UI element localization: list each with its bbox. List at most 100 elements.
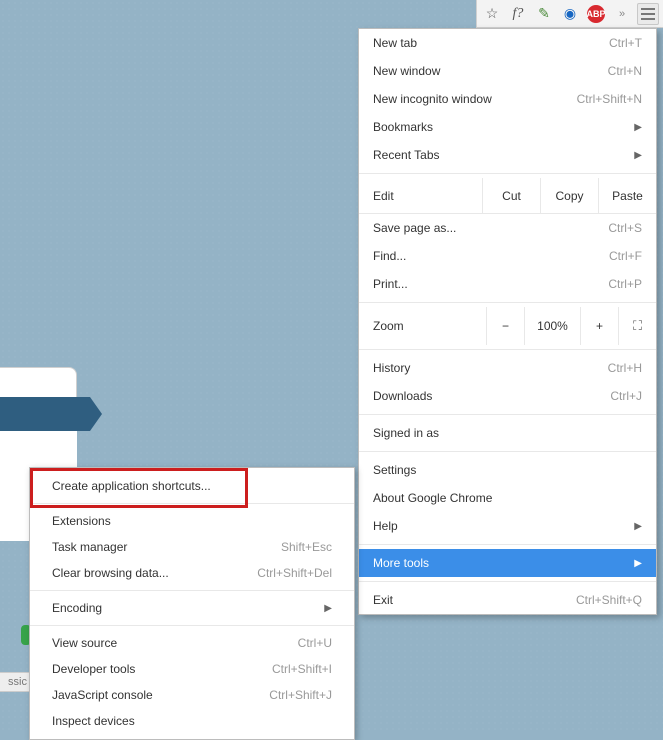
page-ribbon-decoration xyxy=(0,367,83,467)
menu-shortcut: Ctrl+H xyxy=(608,361,642,375)
menu-item-label: Find... xyxy=(373,249,406,263)
fullscreen-icon: ⛶ xyxy=(633,318,642,334)
chrome-main-menu: New tab Ctrl+T New window Ctrl+N New inc… xyxy=(358,28,657,615)
menu-shortcut: Ctrl+P xyxy=(608,277,642,291)
overflow-icon[interactable]: » xyxy=(611,3,633,25)
submenu-item-label: Inspect devices xyxy=(52,714,135,728)
submenu-shortcut: Ctrl+Shift+Del xyxy=(257,566,332,580)
menu-more-tools[interactable]: More tools ▶ xyxy=(359,549,656,577)
menu-help[interactable]: Help ▶ xyxy=(359,512,656,540)
menu-save-page[interactable]: Save page as... Ctrl+S xyxy=(359,214,656,242)
menu-shortcut: Ctrl+J xyxy=(610,389,642,403)
submenu-item-label: JavaScript console xyxy=(52,688,153,702)
submenu-item-label: Task manager xyxy=(52,540,127,554)
menu-item-label: New tab xyxy=(373,36,417,50)
chevron-right-icon: ▶ xyxy=(634,558,642,569)
extension-eyedropper-icon[interactable]: ✎ xyxy=(533,3,555,25)
menu-separator xyxy=(359,544,656,545)
fullscreen-button[interactable]: ⛶ xyxy=(618,307,656,345)
menu-edit-label: Edit xyxy=(359,189,482,203)
menu-find[interactable]: Find... Ctrl+F xyxy=(359,242,656,270)
submenu-inspect-devices[interactable]: Inspect devices xyxy=(30,708,354,734)
submenu-shortcut: Shift+Esc xyxy=(281,540,332,554)
menu-item-label: More tools xyxy=(373,556,429,570)
submenu-separator xyxy=(30,625,354,626)
menu-new-window[interactable]: New window Ctrl+N xyxy=(359,57,656,85)
menu-item-label: Downloads xyxy=(373,389,432,403)
menu-item-label: Recent Tabs xyxy=(373,148,440,162)
menu-item-label: Help xyxy=(373,519,398,533)
menu-zoom-label: Zoom xyxy=(359,319,486,333)
submenu-separator xyxy=(30,590,354,591)
menu-item-label: Signed in as xyxy=(373,426,439,440)
menu-item-label: About Google Chrome xyxy=(373,491,492,505)
menu-exit[interactable]: Exit Ctrl+Shift+Q xyxy=(359,586,656,614)
extension-blue-icon[interactable]: ◉ xyxy=(559,3,581,25)
menu-item-label: New window xyxy=(373,64,440,78)
menu-item-label: Print... xyxy=(373,277,408,291)
extension-abp-icon[interactable]: ABP xyxy=(585,3,607,25)
menu-shortcut: Ctrl+F xyxy=(609,249,642,263)
browser-toolbar: ☆ f? ✎ ◉ ABP » xyxy=(476,0,663,28)
menu-history[interactable]: History Ctrl+H xyxy=(359,354,656,382)
menu-bookmarks[interactable]: Bookmarks ▶ xyxy=(359,113,656,141)
submenu-item-label: Developer tools xyxy=(52,662,135,676)
submenu-separator xyxy=(30,503,354,504)
edit-copy-button[interactable]: Copy xyxy=(540,178,598,213)
extension-fq-icon[interactable]: f? xyxy=(507,3,529,25)
zoom-in-button[interactable]: + xyxy=(580,307,618,345)
menu-shortcut: Ctrl+T xyxy=(609,36,642,50)
submenu-shortcut: Ctrl+Shift+I xyxy=(272,662,332,676)
menu-signed-in[interactable]: Signed in as xyxy=(359,419,656,447)
menu-print[interactable]: Print... Ctrl+P xyxy=(359,270,656,298)
submenu-item-label: Encoding xyxy=(52,601,102,615)
submenu-item-label: Create application shortcuts... xyxy=(52,479,211,493)
menu-separator xyxy=(359,581,656,582)
edit-cut-button[interactable]: Cut xyxy=(482,178,540,213)
submenu-shortcut: Ctrl+Shift+J xyxy=(269,688,332,702)
menu-separator xyxy=(359,451,656,452)
chevron-right-icon: ▶ xyxy=(634,150,642,161)
menu-separator xyxy=(359,302,656,303)
zoom-out-button[interactable]: − xyxy=(486,307,524,345)
menu-separator xyxy=(359,349,656,350)
zoom-value: 100% xyxy=(524,307,580,345)
submenu-js-console[interactable]: JavaScript console Ctrl+Shift+J xyxy=(30,682,354,708)
menu-item-label: Exit xyxy=(373,593,393,607)
menu-separator xyxy=(359,414,656,415)
chevron-right-icon: ▶ xyxy=(634,521,642,532)
submenu-create-shortcuts[interactable]: Create application shortcuts... xyxy=(30,473,354,499)
chevron-right-icon: ▶ xyxy=(324,603,332,614)
submenu-encoding[interactable]: Encoding ▶ xyxy=(30,595,354,621)
menu-shortcut: Ctrl+Shift+Q xyxy=(576,593,642,607)
menu-settings[interactable]: Settings xyxy=(359,456,656,484)
menu-item-label: Settings xyxy=(373,463,416,477)
submenu-item-label: Clear browsing data... xyxy=(52,566,169,580)
menu-new-tab[interactable]: New tab Ctrl+T xyxy=(359,29,656,57)
menu-new-incognito[interactable]: New incognito window Ctrl+Shift+N xyxy=(359,85,656,113)
menu-about[interactable]: About Google Chrome xyxy=(359,484,656,512)
menu-edit-row: Edit Cut Copy Paste xyxy=(359,178,656,214)
menu-item-label: Save page as... xyxy=(373,221,456,235)
chrome-menu-button[interactable] xyxy=(637,3,659,25)
submenu-extensions[interactable]: Extensions xyxy=(30,508,354,534)
edit-paste-button[interactable]: Paste xyxy=(598,178,656,213)
menu-recent-tabs[interactable]: Recent Tabs ▶ xyxy=(359,141,656,169)
submenu-view-source[interactable]: View source Ctrl+U xyxy=(30,630,354,656)
menu-item-label: New incognito window xyxy=(373,92,492,106)
menu-downloads[interactable]: Downloads Ctrl+J xyxy=(359,382,656,410)
submenu-clear-data[interactable]: Clear browsing data... Ctrl+Shift+Del xyxy=(30,560,354,586)
menu-item-label: History xyxy=(373,361,410,375)
submenu-item-label: View source xyxy=(52,636,117,650)
chevron-right-icon: ▶ xyxy=(634,122,642,133)
more-tools-submenu: Create application shortcuts... Extensio… xyxy=(29,467,355,740)
menu-zoom-row: Zoom − 100% + ⛶ xyxy=(359,307,656,345)
menu-shortcut: Ctrl+S xyxy=(608,221,642,235)
menu-shortcut: Ctrl+Shift+N xyxy=(577,92,642,106)
submenu-task-manager[interactable]: Task manager Shift+Esc xyxy=(30,534,354,560)
menu-item-label: Bookmarks xyxy=(373,120,433,134)
submenu-item-label: Extensions xyxy=(52,514,111,528)
menu-shortcut: Ctrl+N xyxy=(608,64,642,78)
bookmark-star-icon[interactable]: ☆ xyxy=(481,3,503,25)
submenu-dev-tools[interactable]: Developer tools Ctrl+Shift+I xyxy=(30,656,354,682)
